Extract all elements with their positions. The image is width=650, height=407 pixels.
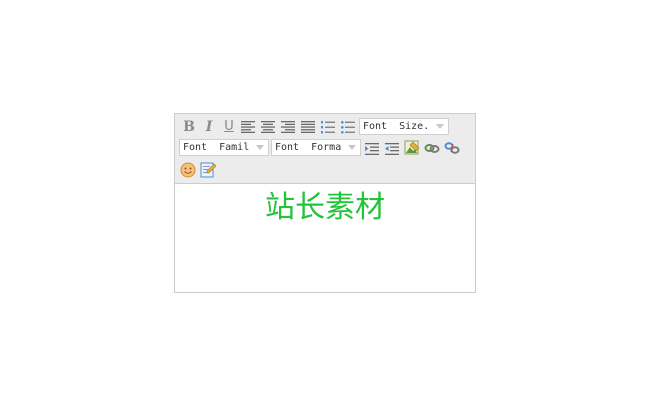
rich-text-editor: B I U Font Size. Font Famil Font Forma 站… <box>174 113 476 293</box>
link-icon <box>424 144 440 153</box>
editor-toolbar: B I U Font Size. Font Famil Font Forma <box>175 114 475 184</box>
unlink-icon <box>444 142 460 154</box>
ordered-list-icon <box>321 120 335 133</box>
italic-icon: I <box>205 119 213 135</box>
unlink-button[interactable] <box>443 139 461 157</box>
bold-icon: B <box>183 119 195 135</box>
align-justify-button[interactable] <box>299 118 317 136</box>
underline-button[interactable]: U <box>220 118 238 136</box>
chevron-down-icon <box>254 140 266 155</box>
unordered-list-icon <box>341 120 355 134</box>
chevron-down-icon <box>434 119 446 134</box>
insert-smiley-button[interactable] <box>179 161 197 179</box>
font-format-select[interactable]: Font Forma <box>271 139 361 156</box>
align-left-button[interactable] <box>239 118 257 136</box>
font-family-select[interactable]: Font Famil <box>179 139 269 156</box>
insert-image-button[interactable] <box>403 139 421 157</box>
smiley-icon <box>180 162 196 178</box>
italic-button[interactable]: I <box>200 118 218 136</box>
font-family-label: Font Famil <box>183 142 250 153</box>
indent-icon <box>385 143 399 155</box>
align-left-icon <box>241 121 255 133</box>
font-size-label: Font Size. <box>363 121 430 132</box>
bold-button[interactable]: B <box>180 118 198 136</box>
outdent-button[interactable] <box>363 140 381 158</box>
html-source-button[interactable] <box>199 161 217 179</box>
indent-button[interactable] <box>383 140 401 158</box>
align-right-icon <box>281 121 295 133</box>
align-justify-icon <box>301 121 315 133</box>
align-center-icon <box>261 121 275 133</box>
insert-link-button[interactable] <box>423 139 441 157</box>
image-icon <box>404 140 420 155</box>
edit-source-icon <box>200 162 216 178</box>
editor-content-area[interactable]: 站长素材 <box>175 184 475 292</box>
font-format-label: Font Forma <box>275 142 342 153</box>
ordered-list-button[interactable] <box>319 118 337 136</box>
outdent-icon <box>365 143 379 155</box>
editor-content-text: 站长素材 <box>265 190 385 225</box>
unordered-list-button[interactable] <box>339 118 357 136</box>
underline-icon: U <box>224 119 234 134</box>
align-right-button[interactable] <box>279 118 297 136</box>
align-center-button[interactable] <box>259 118 277 136</box>
font-size-select[interactable]: Font Size. <box>359 118 449 135</box>
chevron-down-icon <box>346 140 358 155</box>
